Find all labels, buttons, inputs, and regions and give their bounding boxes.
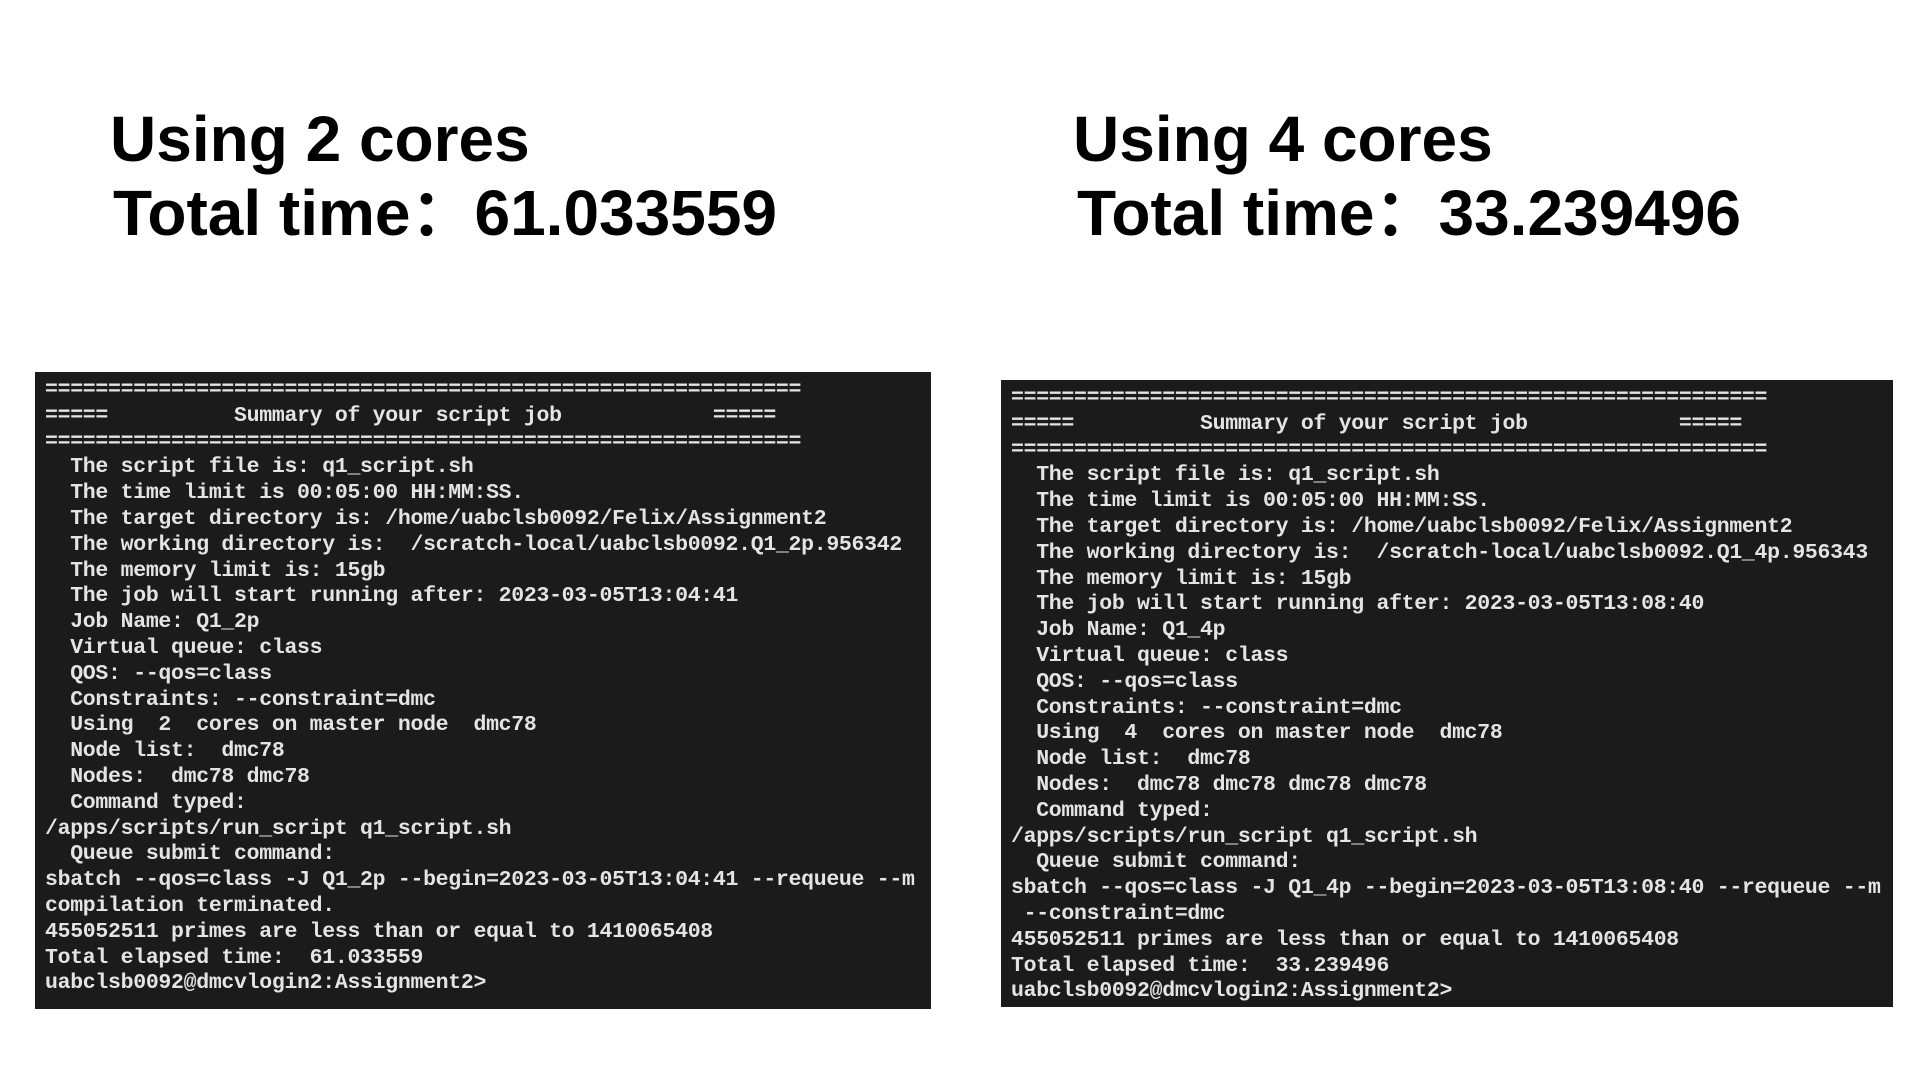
left-total-time: Total time：61.033559 bbox=[113, 177, 778, 249]
terminal-line: The working directory is: /scratch-local… bbox=[45, 532, 902, 557]
terminal-line: ========================================… bbox=[45, 378, 802, 402]
terminal-line: Node list: dmc78 bbox=[1011, 747, 1251, 772]
left-terminal-output: ========================================… bbox=[35, 372, 931, 1009]
terminal-line: ===== Summary of your script job ===== bbox=[1011, 411, 1742, 436]
terminal-line: Constraints: --constraint=dmc bbox=[45, 687, 436, 712]
terminal-line: compilation terminated. bbox=[45, 893, 335, 918]
terminal-line: /apps/scripts/run_script q1_script.sh bbox=[45, 816, 512, 841]
right-total-time: Total time：33.239496 bbox=[1077, 177, 1742, 249]
terminal-line: QOS: --qos=class bbox=[1011, 669, 1238, 694]
terminal-line: uabclsb0092@dmcvlogin2:Assignment2> bbox=[1011, 979, 1453, 1004]
right-terminal-output: ========================================… bbox=[1001, 380, 1893, 1007]
terminal-line: Nodes: dmc78 dmc78 dmc78 dmc78 bbox=[1011, 772, 1427, 797]
terminal-line: The script file is: q1_script.sh bbox=[1011, 463, 1440, 488]
terminal-line: The target directory is: /home/uabclsb00… bbox=[1011, 514, 1793, 539]
terminal-line: The script file is: q1_script.sh bbox=[45, 455, 474, 480]
terminal-line: The time limit is 00:05:00 HH:MM:SS. bbox=[1011, 489, 1490, 514]
terminal-line: ===== Summary of your script job ===== bbox=[45, 403, 776, 428]
terminal-line: Job Name: Q1_2p bbox=[45, 610, 260, 635]
terminal-line: --constraint=dmc bbox=[1011, 901, 1226, 926]
terminal-line: sbatch --qos=class -J Q1_4p --begin=2023… bbox=[1011, 876, 1881, 901]
terminal-line: Nodes: dmc78 dmc78 bbox=[45, 764, 310, 789]
left-heading: Using 2 cores bbox=[110, 103, 530, 175]
terminal-line: ========================================… bbox=[45, 429, 802, 454]
terminal-line: 455052511 primes are less than or equal … bbox=[1011, 927, 1679, 952]
terminal-line: Virtual queue: class bbox=[1011, 643, 1289, 668]
terminal-line: The time limit is 00:05:00 HH:MM:SS. bbox=[45, 481, 524, 506]
terminal-line: Job Name: Q1_4p bbox=[1011, 618, 1226, 643]
terminal-line: Using 4 cores on master node dmc78 bbox=[1011, 721, 1503, 746]
terminal-line: Using 2 cores on master node dmc78 bbox=[45, 713, 537, 738]
terminal-line: /apps/scripts/run_script q1_script.sh bbox=[1011, 824, 1478, 849]
terminal-line: The target directory is: /home/uabclsb00… bbox=[45, 506, 827, 531]
terminal-line: Node list: dmc78 bbox=[45, 739, 285, 764]
terminal-line: The memory limit is: 15gb bbox=[1011, 566, 1352, 591]
terminal-line: Virtual queue: class bbox=[45, 635, 323, 660]
terminal-line: Queue submit command: bbox=[45, 842, 335, 867]
terminal-line: uabclsb0092@dmcvlogin2:Assignment2> bbox=[45, 971, 487, 996]
terminal-line: 455052511 primes are less than or equal … bbox=[45, 919, 713, 944]
terminal-line: The memory limit is: 15gb bbox=[45, 558, 386, 583]
terminal-line: Command typed: bbox=[1011, 798, 1213, 823]
terminal-line: Command typed: bbox=[45, 790, 247, 815]
terminal-line: sbatch --qos=class -J Q1_2p --begin=2023… bbox=[45, 868, 915, 893]
right-heading: Using 4 cores bbox=[1073, 103, 1493, 175]
terminal-line: The job will start running after: 2023-0… bbox=[45, 584, 739, 609]
terminal-line: Queue submit command: bbox=[1011, 850, 1301, 875]
terminal-line: ========================================… bbox=[1011, 437, 1768, 462]
terminal-line: The working directory is: /scratch-local… bbox=[1011, 540, 1868, 565]
terminal-line: QOS: --qos=class bbox=[45, 661, 272, 686]
terminal-line: The job will start running after: 2023-0… bbox=[1011, 592, 1705, 617]
terminal-line: Total elapsed time: 61.033559 bbox=[45, 945, 424, 970]
terminal-line: ========================================… bbox=[1011, 386, 1768, 410]
terminal-line: Constraints: --constraint=dmc bbox=[1011, 695, 1402, 720]
terminal-line: Total elapsed time: 33.239496 bbox=[1011, 953, 1390, 978]
